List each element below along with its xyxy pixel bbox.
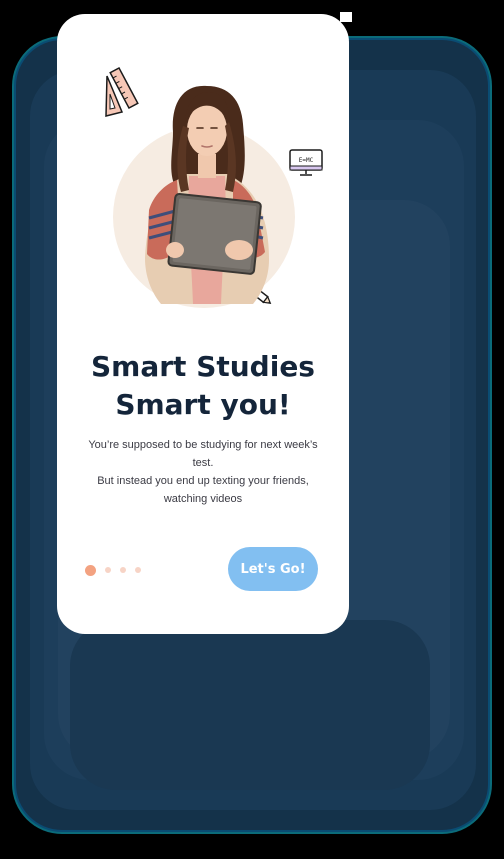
pagination-dot-active[interactable] [85, 564, 96, 576]
page-title: Smart Studies Smart you! [57, 348, 349, 424]
hero-illustration: E=MC [57, 14, 349, 334]
app-stage: E=MC Smart Studies Smart you! You’re sup… [0, 0, 504, 859]
title-line: Smart you! [115, 388, 291, 421]
description-line: But instead you end up texting your frie… [97, 475, 309, 487]
description-text: You’re supposed to be studying for next … [77, 436, 329, 508]
student-photo [145, 85, 269, 304]
pagination-dot[interactable] [120, 567, 126, 573]
background-glow [70, 620, 430, 790]
description-line: You’re supposed to be studying for next … [88, 439, 318, 469]
pagination-dots [85, 564, 141, 576]
description-line: watching videos [163, 493, 243, 505]
pagination-dot[interactable] [135, 567, 141, 573]
pagination-dot[interactable] [105, 567, 111, 573]
lets-go-button[interactable]: Let's Go! [228, 547, 318, 591]
title-line: Smart Studies [91, 350, 315, 383]
onboarding-card: E=MC Smart Studies Smart you! You’re sup… [57, 14, 349, 634]
